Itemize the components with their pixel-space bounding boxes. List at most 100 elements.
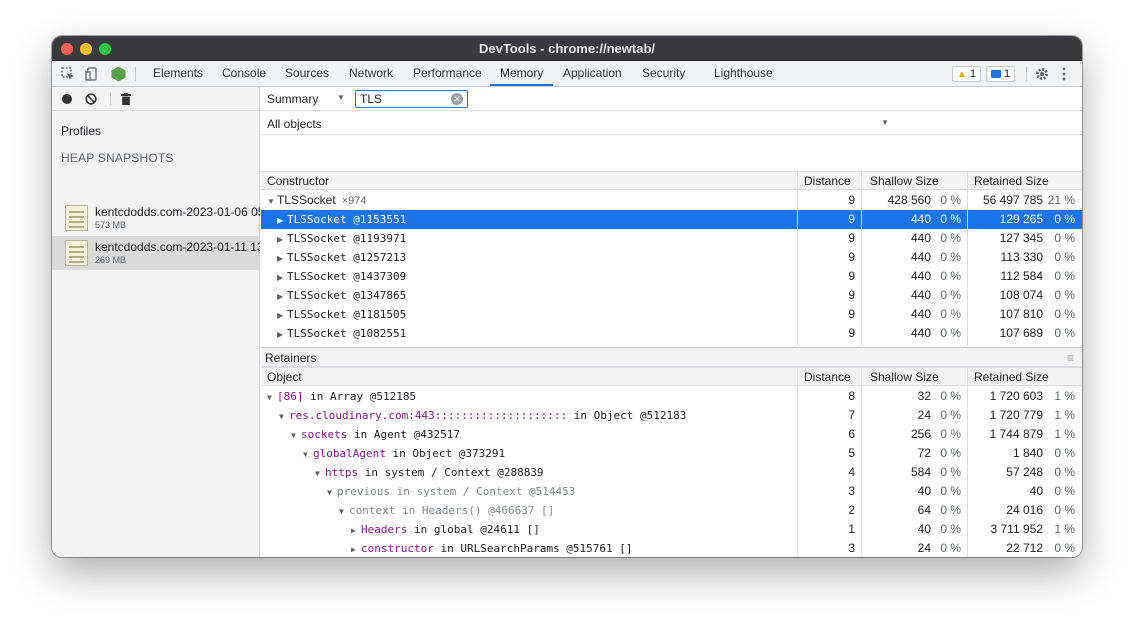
expanded-triangle-icon[interactable]: ▼ (279, 407, 289, 425)
expanded-triangle-icon[interactable]: ▼ (267, 192, 277, 210)
table-row[interactable]: ▶ TLSSocket @1153551 9 440 0 % 129 265 0 % (261, 210, 1082, 229)
retainer-row[interactable]: ▼ https in system / Context @288839 4 584 0 … (261, 463, 1082, 482)
messages-count: 1 (1004, 68, 1011, 80)
table-row[interactable]: ▶ TLSSocket @1181505 9 440 0 % 107 810 0 % (261, 305, 1082, 324)
expanded-triangle-icon[interactable]: ▼ (315, 464, 325, 482)
tab-sources[interactable]: Sources (285, 61, 329, 86)
retainer-object: in Agent @432517 (347, 428, 460, 441)
messages-badge[interactable]: 1 (986, 66, 1016, 82)
settings-gear-icon[interactable] (1034, 66, 1050, 82)
retained-percent-cell: 0 % (1054, 288, 1075, 302)
retainer-row[interactable]: ▼ previous in system / Context @514453 3 40… (261, 482, 1082, 501)
constructor-name-cell: ▶ TLSSocket @1347865 (267, 286, 797, 305)
retained-size-cell: 3 711 952 (990, 522, 1044, 536)
column-retained-size[interactable]: Retained Size (974, 172, 1049, 191)
property-name: sockets (301, 428, 348, 441)
constructor-name: TLSSocket @1193971 (287, 232, 407, 245)
nodejs-icon[interactable] (109, 66, 127, 82)
clear-all-icon[interactable] (84, 91, 98, 107)
constructor-name: TLSSocket @1257213 (287, 251, 407, 264)
object-filter-select[interactable]: All objects (267, 117, 322, 131)
tab-application[interactable]: Application (563, 61, 622, 86)
distance-cell: 5 (848, 446, 855, 460)
retainer-row[interactable]: ▼ [86] in Array @512185 8 32 0 % 1 720 603 1 % (261, 387, 1082, 406)
table-row[interactable]: ▶ TLSSocket @1082551 9 440 0 % 107 689 0 % (261, 324, 1082, 343)
retained-size-cell: 24 016 (1006, 503, 1043, 517)
distance-cell: 1 (848, 522, 855, 536)
dropdown-arrow-icon[interactable]: ▼ (337, 93, 345, 102)
column-shallow-size[interactable]: Shallow Size (870, 368, 939, 387)
shallow-size-cell: 440 (910, 269, 931, 283)
snapshot-item-selected[interactable]: kentcdodds.com-2023-01-11 13 269 MB (52, 236, 260, 270)
expanded-triangle-icon[interactable]: ▼ (327, 483, 337, 501)
retainers-panel-header[interactable]: Retainers ≡ (261, 347, 1082, 367)
retainer-row[interactable]: ▼ res.cloudinary.com:443:::::::::::::::::… (261, 406, 1082, 425)
tab-lighthouse[interactable]: Lighthouse (714, 61, 773, 86)
constructor-name: TLSSocket @1181505 (287, 308, 407, 321)
snapshot-item[interactable]: kentcdodds.com-2023-01-06 05 573 MB (52, 201, 260, 235)
perspective-select[interactable]: Summary (267, 92, 318, 106)
collapsed-triangle-icon[interactable]: ▶ (277, 306, 287, 324)
more-options-icon[interactable] (1058, 66, 1070, 82)
expanded-triangle-icon[interactable]: ▼ (267, 388, 277, 406)
constructor-group-row[interactable]: ▼ TLSSocket ×974 9 428 560 0 % 56 497 785 21 % (261, 191, 1082, 210)
resize-grip-icon[interactable]: ≡ (1067, 351, 1074, 365)
retained-percent-cell: 0 % (1054, 446, 1075, 460)
retainer-row[interactable]: ▶ Headers in global @24611 [] 1 40 0 % 3 711 … (261, 520, 1082, 539)
shallow-percent-cell: 0 % (940, 307, 961, 321)
collapsed-triangle-icon[interactable]: ▶ (351, 540, 361, 557)
shallow-percent-cell: 0 % (940, 522, 961, 536)
record-icon[interactable] (60, 91, 74, 107)
collapsed-triangle-icon[interactable]: ▶ (277, 230, 287, 248)
retainer-object: in URLSearchParams @515761 [] (433, 542, 633, 555)
window-title: DevTools - chrome://newtab/ (478, 41, 655, 56)
distance-cell: 9 (848, 269, 855, 283)
table-row[interactable]: ▶ TLSSocket @1257213 9 440 0 % 113 330 0 % (261, 248, 1082, 267)
column-shallow-size[interactable]: Shallow Size (870, 172, 939, 191)
table-row[interactable]: ▶ TLSSocket @1193971 9 440 0 % 127 345 0 % (261, 229, 1082, 248)
snapshot-name: kentcdodds.com-2023-01-06 05 (95, 205, 260, 219)
expanded-triangle-icon[interactable]: ▼ (303, 445, 313, 463)
inspect-element-icon[interactable] (60, 66, 76, 82)
expanded-triangle-icon[interactable]: ▼ (339, 502, 349, 520)
column-distance[interactable]: Distance (804, 368, 851, 387)
collapsed-triangle-icon[interactable]: ▶ (277, 287, 287, 305)
retained-percent-cell: 0 % (1054, 269, 1075, 283)
retainer-row[interactable]: ▼ sockets in Agent @432517 6 256 0 % 1 744 87… (261, 425, 1082, 444)
column-retained-size[interactable]: Retained Size (974, 368, 1049, 387)
collapsed-triangle-icon[interactable]: ▶ (277, 249, 287, 267)
retainer-row[interactable]: ▼ context in Headers() @466637 [] 2 64 0 % 24… (261, 501, 1082, 520)
tab-memory[interactable]: Memory (490, 61, 554, 86)
expanded-triangle-icon[interactable]: ▼ (291, 426, 301, 444)
property-name: context (349, 504, 396, 517)
distance-cell: 9 (848, 307, 855, 321)
tab-elements[interactable]: Elements (153, 61, 203, 86)
warnings-badge[interactable]: ▲ 1 (952, 66, 982, 82)
table-row[interactable]: ▶ TLSSocket @1437309 9 440 0 % 112 584 0 % (261, 267, 1082, 286)
retained-size-cell: 40 (1029, 484, 1043, 498)
device-toolbar-icon[interactable] (84, 66, 100, 82)
table-row[interactable]: ▶ TLSSocket @1347865 9 440 0 % 108 074 0 % (261, 286, 1082, 305)
tab-security[interactable]: Security (642, 61, 685, 86)
shallow-percent-cell: 0 % (940, 446, 961, 460)
shallow-size-cell: 440 (910, 307, 931, 321)
constructor-name: TLSSocket (277, 193, 336, 207)
tab-console[interactable]: Console (222, 61, 266, 86)
collect-garbage-icon[interactable] (120, 91, 132, 107)
dropdown-arrow-icon[interactable]: ▼ (881, 118, 889, 127)
clear-filter-icon[interactable]: ✕ (451, 93, 463, 105)
collapsed-triangle-icon[interactable]: ▶ (277, 325, 287, 343)
retained-percent-cell: 21 % (1047, 193, 1075, 207)
column-distance[interactable]: Distance (804, 172, 851, 191)
collapsed-triangle-icon[interactable]: ▶ (277, 268, 287, 286)
retainer-object: in global @24611 [] (407, 523, 540, 536)
retained-size-cell: 56 497 785 (982, 193, 1043, 207)
column-constructor[interactable]: Constructor (267, 172, 797, 191)
retainer-row[interactable]: ▶ constructor in URLSearchParams @515761 … (261, 539, 1082, 557)
tab-performance[interactable]: Performance (413, 61, 482, 86)
tab-network[interactable]: Network (349, 61, 393, 86)
collapsed-triangle-icon[interactable]: ▶ (277, 211, 287, 229)
collapsed-triangle-icon[interactable]: ▶ (351, 521, 361, 539)
retainer-row[interactable]: ▼ globalAgent in Object @373291 5 72 0 % 1 84… (261, 444, 1082, 463)
column-object[interactable]: Object (267, 368, 797, 387)
